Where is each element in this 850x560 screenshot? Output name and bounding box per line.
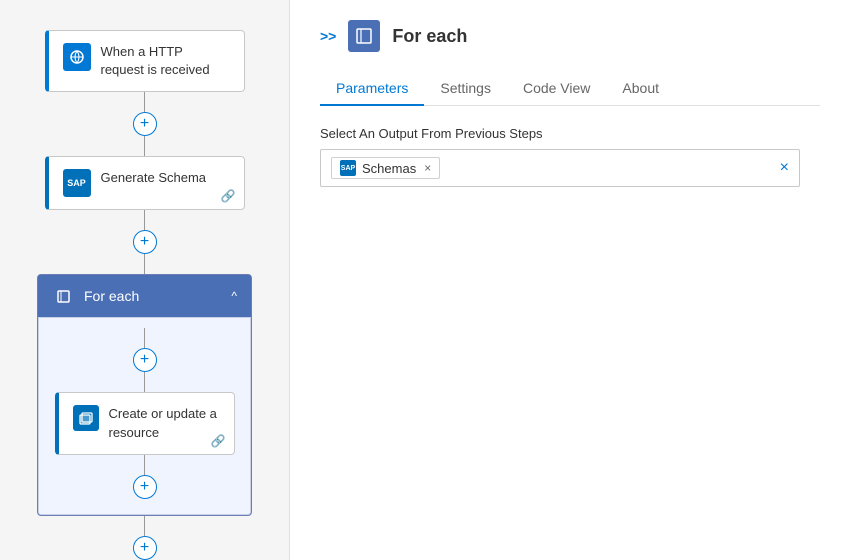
output-clear-button[interactable]: ×	[780, 159, 789, 177]
connector-line-2	[144, 210, 146, 230]
tabs-bar: Parameters Settings Code View About	[320, 72, 820, 106]
foreach-header[interactable]: For each ^	[38, 275, 251, 317]
panel-header: >> For each	[320, 20, 820, 52]
generate-schema-node[interactable]: SAP Generate Schema 🔗	[45, 156, 245, 210]
create-update-resource-node[interactable]: Create or update a resource 🔗	[55, 392, 235, 454]
connector-2: +	[133, 210, 157, 274]
tag-icon-text: SAP	[341, 165, 355, 172]
sap-icon-text: SAP	[67, 178, 86, 188]
connector-1: +	[133, 92, 157, 156]
foreach-line-bottom	[144, 455, 146, 475]
add-step-bottom[interactable]: +	[133, 536, 157, 560]
tab-code-view[interactable]: Code View	[507, 72, 606, 106]
tab-parameters[interactable]: Parameters	[320, 72, 424, 106]
tag-close-button[interactable]: ×	[424, 161, 431, 175]
foreach-line-top	[144, 328, 146, 348]
foreach-body: + Create or update a resource 🔗	[38, 317, 251, 514]
foreach-header-left: For each	[52, 285, 139, 307]
add-step-2[interactable]: +	[133, 230, 157, 254]
schemas-tag: SAP Schemas ×	[331, 157, 440, 179]
foreach-collapse-icon[interactable]: ^	[231, 289, 237, 303]
collapse-button[interactable]: >>	[320, 28, 336, 44]
link-icon-2: 🔗	[211, 434, 226, 448]
foreach-inner-connector-top: +	[133, 328, 157, 392]
connector-line-1	[144, 92, 146, 112]
add-step-inner-bottom[interactable]: +	[133, 475, 157, 499]
panel-header-icon	[348, 20, 380, 52]
foreach-container[interactable]: For each ^ +	[37, 274, 252, 515]
foreach-title: For each	[84, 288, 139, 304]
generate-schema-label: Generate Schema	[101, 169, 207, 187]
foreach-inner-connector-bottom: +	[133, 455, 157, 499]
panel-title: For each	[392, 26, 467, 47]
add-step-1[interactable]: +	[133, 112, 157, 136]
tag-sap-icon: SAP	[340, 160, 356, 176]
tag-text: Schemas	[362, 161, 416, 176]
create-update-label: Create or update a resource	[109, 405, 220, 441]
parameters-content: Select An Output From Previous Steps SAP…	[320, 126, 820, 187]
connector-line-1b	[144, 136, 146, 156]
foreach-icon	[52, 285, 74, 307]
cube-icon	[73, 405, 99, 431]
connector-line-bottom	[144, 516, 146, 536]
tab-settings[interactable]: Settings	[424, 72, 507, 106]
detail-panel: >> For each Parameters Settings Code Vie…	[290, 0, 850, 560]
tab-about[interactable]: About	[606, 72, 675, 106]
sap-icon-1: SAP	[63, 169, 91, 197]
output-field-label: Select An Output From Previous Steps	[320, 126, 820, 141]
link-icon-1: 🔗	[221, 189, 236, 203]
connector-bottom: +	[133, 516, 157, 560]
connector-line-2b	[144, 254, 146, 274]
foreach-line-top2	[144, 372, 146, 392]
http-icon	[63, 43, 91, 71]
http-trigger-label: When a HTTP request is received	[101, 43, 230, 79]
workflow-canvas: When a HTTP request is received + SAP Ge…	[0, 0, 290, 560]
add-step-inner-top[interactable]: +	[133, 348, 157, 372]
output-input-field[interactable]: SAP Schemas × ×	[320, 149, 800, 187]
workflow-nodes: When a HTTP request is received + SAP Ge…	[0, 20, 289, 560]
http-trigger-node[interactable]: When a HTTP request is received	[45, 30, 245, 92]
